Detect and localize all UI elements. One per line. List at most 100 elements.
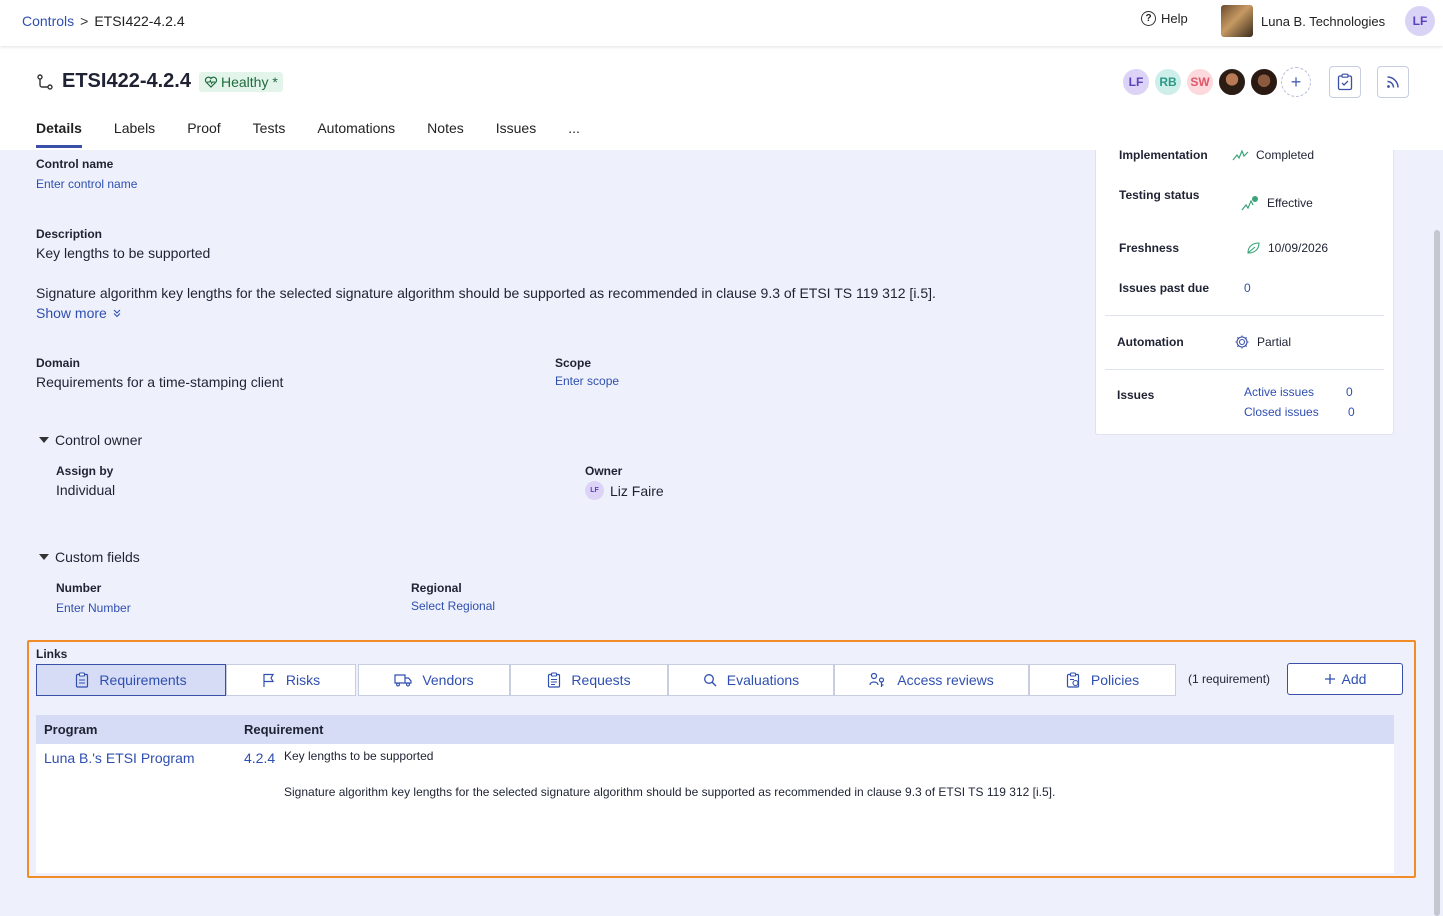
avatar[interactable]: RB (1153, 67, 1183, 97)
page-title: ETSI422-4.2.4 (62, 70, 191, 92)
table-row: Luna B.'s ETSI Program 4.2.4 Key lengths… (36, 744, 1394, 844)
freshness-row: Freshness 10/09/2026 (1119, 241, 1328, 255)
requirements-table: Program Requirement Luna B.'s ETSI Progr… (36, 715, 1394, 873)
implementation-row: Implementation Completed (1119, 148, 1314, 162)
link-tab-label: Evaluations (726, 672, 800, 688)
description-title: Key lengths to be supported (36, 245, 211, 261)
custom-fields-heading: Custom fields (55, 549, 140, 565)
health-badge: Healthy * (198, 71, 283, 92)
implementation-value: Completed (1232, 148, 1314, 162)
tab-issues[interactable]: Issues (496, 120, 536, 148)
flag-icon (263, 673, 274, 687)
number-input[interactable]: Enter Number (56, 601, 131, 615)
feed-button[interactable] (1377, 66, 1409, 98)
search-icon (703, 674, 717, 687)
truck-icon (394, 674, 412, 687)
number-label: Number (56, 581, 102, 595)
requirement-id-link[interactable]: 4.2.4 (244, 750, 275, 766)
testing-row: Testing status (1119, 188, 1241, 202)
issues-label: Issues (1117, 388, 1155, 402)
description-body: Signature algorithm key lengths for the … (36, 285, 936, 301)
avatar[interactable]: LF (1121, 67, 1151, 97)
closed-issues-count: 0 (1348, 405, 1355, 419)
tab-proof[interactable]: Proof (187, 120, 220, 148)
tab-details[interactable]: Details (36, 120, 82, 148)
past-due-row: Issues past due 0 (1119, 281, 1251, 295)
add-member-button[interactable]: + (1281, 67, 1311, 97)
automation-row: Automation Partial (1117, 334, 1291, 350)
implementation-text: Completed (1256, 148, 1315, 162)
help-button[interactable]: ? Help (1141, 11, 1188, 26)
assign-by-value[interactable]: Individual (56, 482, 115, 498)
closed-issues-link[interactable]: Closed issues 0 (1244, 405, 1355, 419)
tab-labels[interactable]: Labels (114, 120, 155, 148)
policy-icon (1066, 672, 1079, 688)
link-tab-label: Risks (285, 672, 321, 688)
past-due-count[interactable]: 0 (1244, 281, 1251, 295)
tab-more[interactable]: ... (568, 120, 580, 148)
requirement-count: (1 requirement) (1188, 672, 1271, 686)
scope-label: Scope (555, 356, 592, 370)
custom-fields-toggle[interactable]: Custom fields (39, 549, 140, 565)
control-icon (37, 73, 53, 90)
clipboard-list-icon (548, 672, 561, 688)
links-section: Requirements Risks Vendors Requests Eval… (27, 640, 1416, 878)
user-avatar[interactable]: LF (1405, 6, 1435, 36)
link-tab-label: Access reviews (897, 672, 994, 688)
link-tab-evaluations[interactable]: Evaluations (668, 664, 834, 696)
control-owner-toggle[interactable]: Control owner (39, 432, 142, 448)
add-link-button[interactable]: Add (1287, 663, 1403, 695)
domain-label: Domain (36, 356, 81, 370)
active-issues-link[interactable]: Active issues 0 (1244, 385, 1353, 399)
add-label: Add (1341, 671, 1367, 687)
org-logo (1221, 5, 1253, 37)
active-issues-count: 0 (1346, 385, 1353, 399)
clipboard-icon (76, 672, 89, 688)
automation-label: Automation (1117, 335, 1184, 349)
org-switcher[interactable]: Luna B. Technologies (1221, 5, 1385, 37)
link-tab-requirements[interactable]: Requirements (36, 664, 226, 696)
tab-automations[interactable]: Automations (317, 120, 395, 148)
link-tab-requests[interactable]: Requests (510, 664, 668, 696)
org-name: Luna B. Technologies (1261, 13, 1386, 29)
show-more-link[interactable]: Show more (36, 305, 122, 321)
closed-issues-label: Closed issues (1244, 405, 1319, 419)
tab-notes[interactable]: Notes (427, 120, 464, 148)
link-tab-risks[interactable]: Risks (226, 664, 356, 696)
column-header-requirement: Requirement (244, 722, 324, 737)
control-name-input[interactable]: Enter control name (36, 177, 137, 191)
requirement-title: Key lengths to be supported (284, 749, 434, 763)
avatar-photo[interactable] (1217, 67, 1247, 97)
link-tab-access-reviews[interactable]: Access reviews (834, 664, 1029, 696)
leaf-icon (1247, 242, 1260, 254)
table-header: Program Requirement (36, 715, 1394, 744)
scope-input[interactable]: Enter scope (555, 374, 619, 388)
divider (1105, 315, 1384, 316)
divider (1105, 369, 1384, 370)
key-user-icon (869, 672, 885, 687)
tab-tests[interactable]: Tests (253, 120, 286, 148)
control-name-label: Control name (36, 157, 114, 171)
title-row: ETSI422-4.2.4 Healthy * (36, 70, 283, 93)
description-label: Description (36, 227, 103, 241)
avatar[interactable]: SW (1185, 67, 1215, 97)
page-scrollbar[interactable] (1434, 230, 1440, 916)
assign-by-label: Assign by (56, 464, 114, 478)
link-tab-vendors[interactable]: Vendors (358, 664, 510, 696)
tab-bar: Details Labels Proof Tests Automations N… (36, 120, 612, 148)
health-label: Healthy * (220, 73, 278, 90)
owner-avatar: LF (585, 481, 604, 500)
breadcrumb-controls-link[interactable]: Controls (22, 13, 74, 29)
link-tab-policies[interactable]: Policies (1029, 664, 1176, 696)
owner-label: Owner (585, 464, 623, 478)
active-issues-label: Active issues (1244, 385, 1315, 399)
owner-value[interactable]: LF Liz Faire (585, 481, 664, 500)
regional-select[interactable]: Select Regional (411, 599, 495, 613)
testing-value: Effective (1241, 194, 1313, 212)
requirement-description: Signature algorithm key lengths for the … (284, 785, 1056, 799)
program-link[interactable]: Luna B.'s ETSI Program (44, 750, 195, 766)
domain-value: Requirements for a time-stamping client (36, 374, 284, 390)
past-due-label: Issues past due (1119, 281, 1210, 295)
avatar-photo[interactable] (1249, 67, 1279, 97)
checklist-button[interactable] (1329, 66, 1361, 98)
